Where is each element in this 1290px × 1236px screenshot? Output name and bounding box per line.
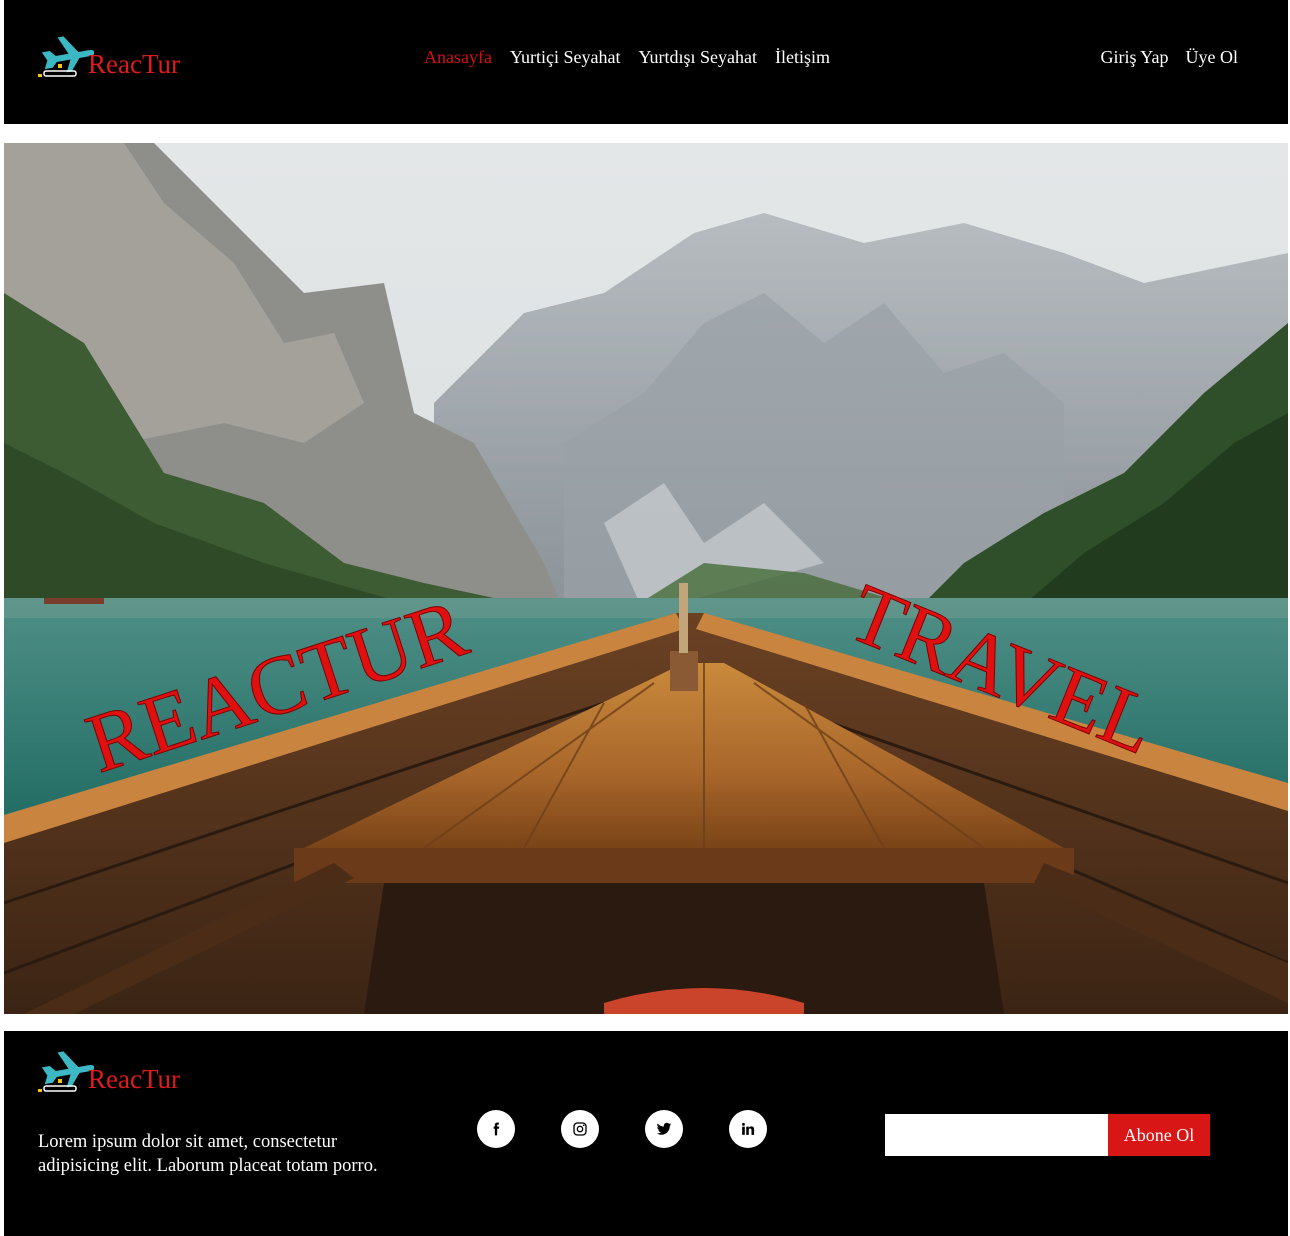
social-links — [477, 1110, 767, 1148]
page: ReacTur Anasayfa Yurtiçi Seyahat Yurtdış… — [0, 0, 1290, 1236]
brand-name: ReacTur — [88, 49, 180, 79]
hero-image: REACTUR TRAVEL — [4, 143, 1288, 1014]
footer-description: Lorem ipsum dolor sit amet, consectetur … — [38, 1132, 378, 1177]
footer: ReacTur Lorem ipsum dolor sit amet, cons… — [4, 1031, 1288, 1236]
subscribe-button[interactable]: Abone Ol — [1108, 1114, 1210, 1156]
nav-item-home[interactable]: Anasayfa — [424, 47, 492, 68]
airplane-logo-icon — [38, 1051, 94, 1092]
newsletter-email-input[interactable] — [885, 1114, 1108, 1156]
nav-item-international-travel[interactable]: Yurtdışı Seyahat — [638, 47, 757, 68]
facebook-icon[interactable] — [477, 1110, 515, 1148]
login-link[interactable]: Giriş Yap — [1100, 47, 1168, 68]
footer-brand-name: ReacTur — [88, 1064, 180, 1094]
airplane-logo-icon — [38, 36, 94, 77]
register-link[interactable]: Üye Ol — [1186, 47, 1239, 68]
footer-logo[interactable]: ReacTur — [36, 1049, 180, 1095]
newsletter-form: Abone Ol — [885, 1114, 1210, 1156]
main-nav: Anasayfa Yurtiçi Seyahat Yurtdışı Seyaha… — [424, 47, 830, 68]
instagram-icon[interactable] — [561, 1110, 599, 1148]
top-navbar: ReacTur Anasayfa Yurtiçi Seyahat Yurtdış… — [4, 0, 1288, 124]
twitter-icon[interactable] — [645, 1110, 683, 1148]
nav-item-contact[interactable]: İletişim — [775, 47, 830, 68]
auth-links: Giriş Yap Üye Ol — [1100, 47, 1238, 68]
nav-item-domestic-travel[interactable]: Yurtiçi Seyahat — [510, 47, 620, 68]
hero-banner: REACTUR TRAVEL — [4, 143, 1288, 1014]
site-logo[interactable]: ReacTur — [36, 34, 180, 80]
linkedin-icon[interactable] — [729, 1110, 767, 1148]
